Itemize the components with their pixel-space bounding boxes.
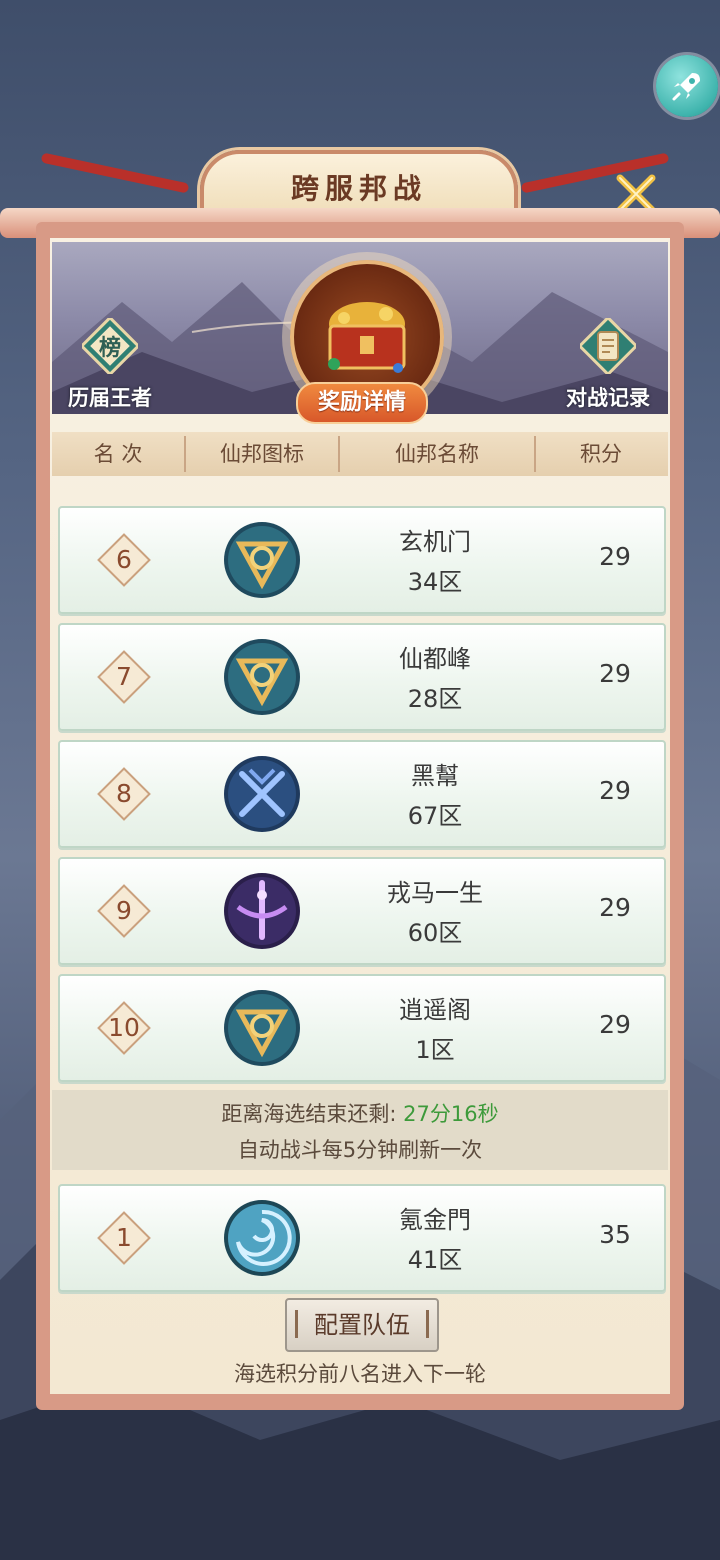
reward-details-button[interactable]: 奖励详情 — [296, 382, 428, 424]
rocket-icon — [672, 73, 700, 101]
timer-prefix: 距离海选结束还剩: — [221, 1102, 397, 1126]
header-score: 积分 — [580, 442, 622, 466]
header-name: 仙邦名称 — [395, 442, 479, 466]
guild-score: 29 — [599, 659, 631, 688]
rank-number: 9 — [116, 896, 132, 925]
guild-server: 28区 — [407, 685, 463, 713]
refresh-note: 自动战斗每5分钟刷新一次 — [237, 1138, 483, 1162]
guild-name: 仙都峰 — [399, 645, 471, 673]
gold-swirl-emblem-icon — [224, 990, 300, 1066]
selection-timer: 距离海选结束还剩: 27分16秒 自动战斗每5分钟刷新一次 — [52, 1090, 668, 1170]
guild-name: 氪金門 — [399, 1206, 471, 1234]
guild-score: 35 — [599, 1220, 631, 1249]
table-row[interactable]: 6 玄机门 34区 29 — [58, 506, 666, 614]
scroll-icon — [580, 318, 636, 374]
rank-board-char: 榜 — [98, 336, 121, 361]
rank-number: 1 — [116, 1223, 132, 1252]
guild-server: 41区 — [407, 1246, 463, 1274]
timer-value: 27分16秒 — [403, 1102, 499, 1126]
table-row[interactable]: 8 黑幫 67区 29 — [58, 740, 666, 848]
rank-number: 8 — [116, 779, 132, 808]
rocket-button[interactable] — [656, 55, 718, 117]
guild-name: 玄机门 — [399, 528, 471, 556]
blue-crossed-swords-emblem-icon — [224, 756, 300, 832]
gold-swirl-emblem-icon — [224, 522, 300, 598]
page-title: 跨服邦战 — [290, 172, 427, 205]
table-header: 名 次 仙邦图标 仙邦名称 积分 — [52, 432, 668, 476]
guild-score: 29 — [599, 776, 631, 805]
timer-line: 距离海选结束还剩: 27分16秒 — [52, 1098, 668, 1128]
title-ribbon-left — [40, 152, 190, 194]
guild-score: 29 — [599, 1010, 631, 1039]
rank-number: 7 — [116, 662, 132, 691]
table-row[interactable]: 10 逍遥阁 1区 29 — [58, 974, 666, 1082]
past-kings-button[interactable]: 榜 历届王者 — [60, 318, 160, 414]
header-rank: 名 次 — [93, 442, 143, 466]
rank-number: 10 — [108, 1013, 140, 1042]
guild-score: 29 — [599, 542, 631, 571]
purple-sword-emblem-icon — [224, 873, 300, 949]
guild-score: 29 — [599, 893, 631, 922]
guild-server: 67区 — [407, 802, 463, 830]
header-emblem: 仙邦图标 — [220, 442, 304, 466]
configure-team-button[interactable]: 配置队伍 — [285, 1298, 439, 1352]
teal-vortex-emblem-icon — [224, 1200, 300, 1276]
past-kings-label: 历届王者 — [68, 386, 152, 410]
table-row[interactable]: 7 仙都峰 28区 29 — [58, 623, 666, 731]
table-row[interactable]: 9 戎马一生 60区 29 — [58, 857, 666, 965]
guild-server: 34区 — [407, 568, 463, 596]
my-guild-row[interactable]: 1 氪金門 41区 35 — [58, 1184, 666, 1292]
guild-server: 1区 — [415, 1036, 455, 1064]
battle-record-button[interactable]: 对战记录 — [558, 318, 658, 414]
guild-server: 60区 — [407, 919, 463, 947]
rank-number: 6 — [116, 545, 132, 574]
footer-note: 海选积分前八名进入下一轮 — [234, 1362, 486, 1386]
guild-name: 黑幫 — [411, 762, 459, 790]
guild-name: 逍遥阁 — [399, 996, 471, 1024]
gold-swirl-emblem-icon — [224, 639, 300, 715]
guild-name: 戎马一生 — [387, 879, 483, 907]
battle-record-label: 对战记录 — [566, 386, 650, 410]
